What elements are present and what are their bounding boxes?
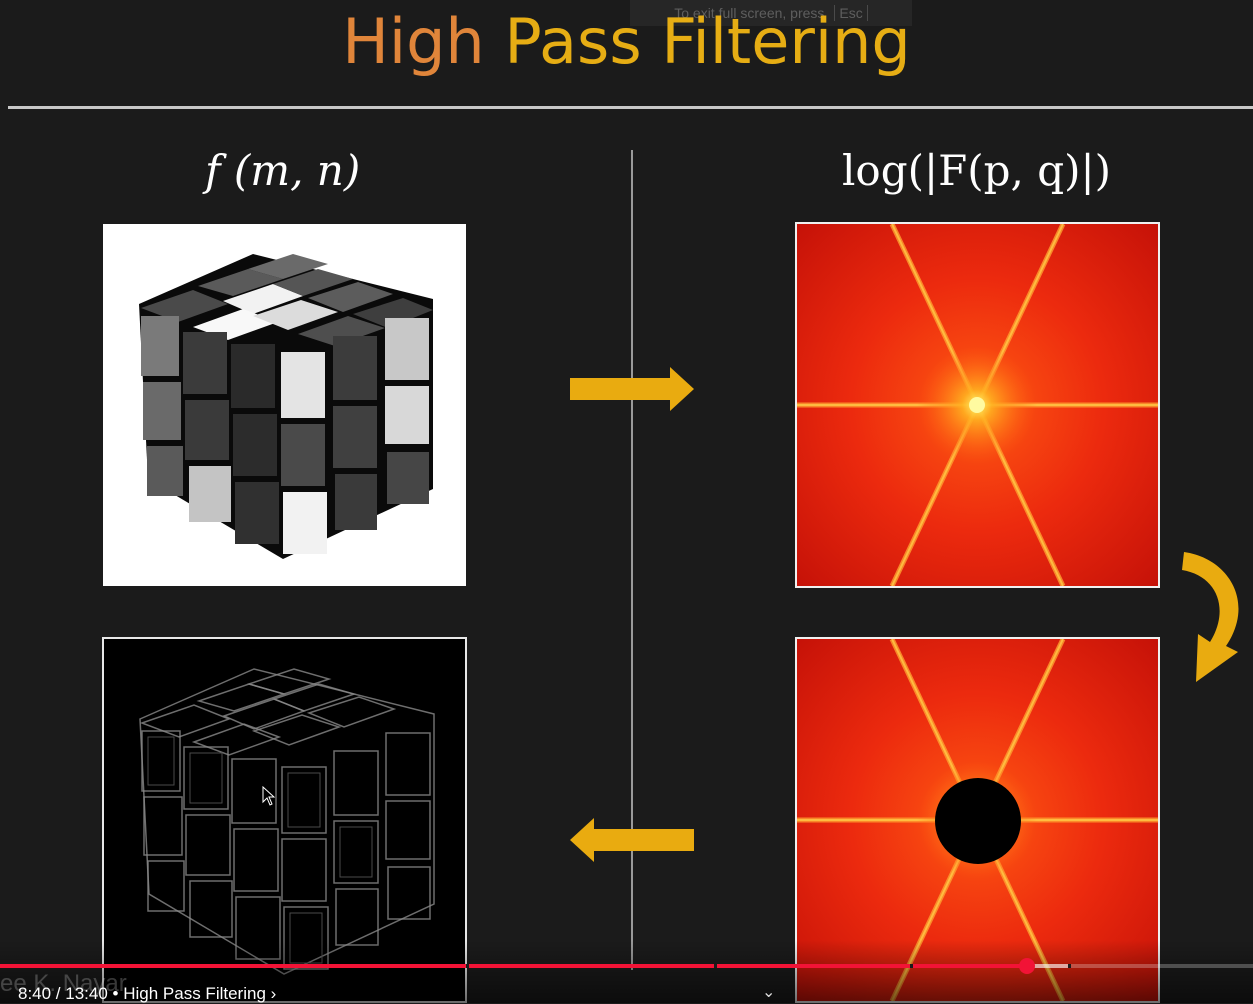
fourier-magnitude-spectrum [795, 222, 1160, 588]
spatial-domain-label: f (m, n) [205, 146, 361, 195]
chapter-chevron-icon[interactable]: › [271, 984, 277, 1003]
title-underline [8, 106, 1253, 109]
slide-title-first-word: High [342, 5, 485, 78]
expand-chevron-icon[interactable]: ⌄ [762, 982, 775, 1001]
slide-title-rest: Pass Filtering [484, 5, 911, 78]
mouse-cursor-icon [262, 786, 276, 806]
chapter-marker [910, 964, 913, 968]
low-frequency-mask [935, 778, 1021, 864]
cube-image [103, 224, 466, 586]
chapter-marker [1068, 964, 1071, 968]
chapter-title-button[interactable]: High Pass Filtering [123, 984, 266, 1003]
progress-played [0, 964, 1028, 968]
chapter-marker [714, 964, 717, 968]
time-display: 8:40 / 13:40 [18, 984, 108, 1003]
curved-arrow-down-icon [1182, 552, 1239, 682]
arrow-left-icon [570, 818, 694, 862]
chapter-marker [466, 964, 469, 968]
arrow-right-icon [570, 367, 694, 411]
separator-dot: • [112, 984, 119, 1003]
slide-title: High Pass Filtering [0, 0, 1253, 84]
frequency-domain-label: log(|F(p, q)|) [842, 146, 1112, 195]
time-and-chapter: 8:40 / 13:40 • High Pass Filtering › [18, 984, 276, 1004]
